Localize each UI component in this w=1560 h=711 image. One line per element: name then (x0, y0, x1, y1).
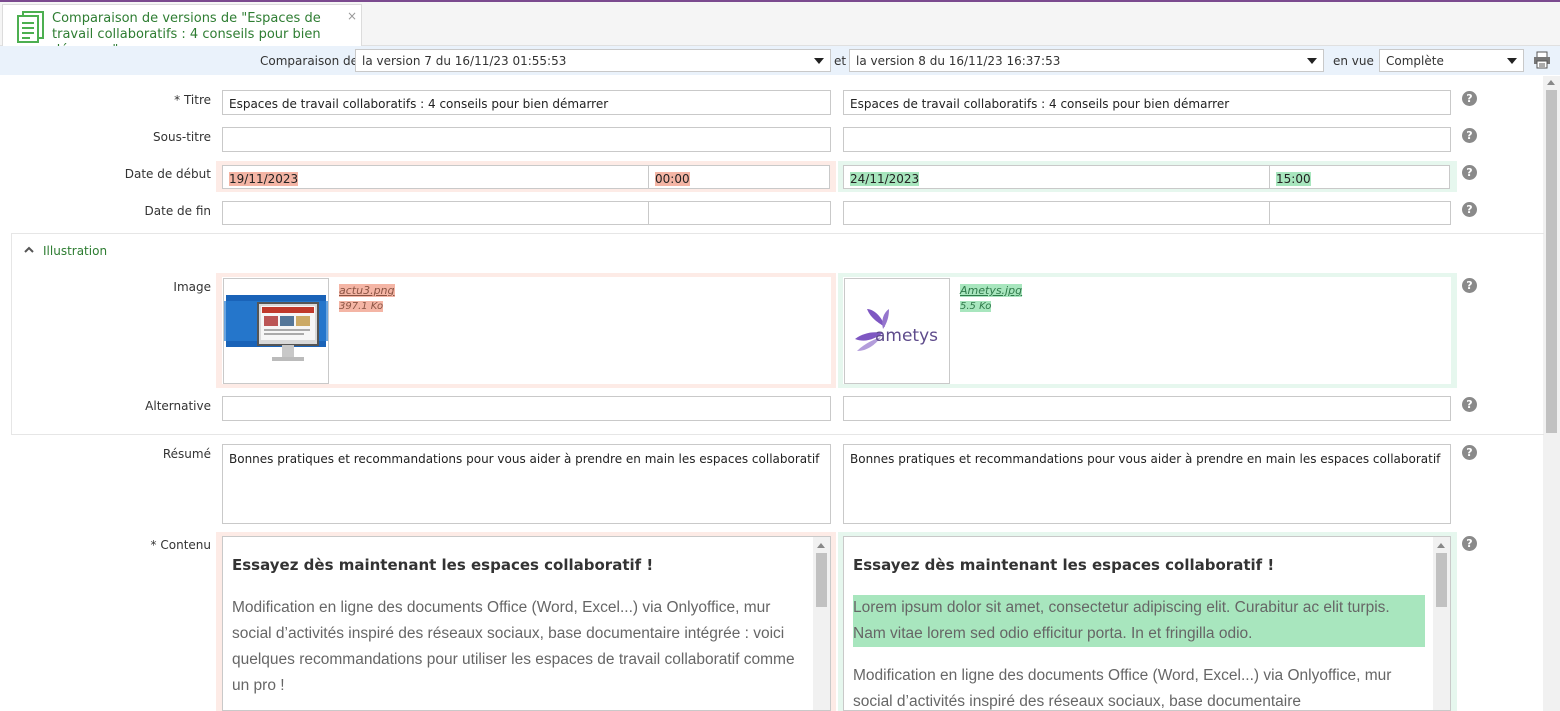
datedebut-new-date: 24/11/2023 (843, 165, 1270, 189)
print-icon[interactable] (1533, 51, 1551, 69)
datefin-label: Date de fin (144, 204, 211, 218)
titre-label: * Titre (174, 93, 211, 107)
version-a-select[interactable]: la version 7 du 16/11/23 01:55:53 (355, 49, 831, 72)
version-a-value: la version 7 du 16/11/23 01:55:53 (362, 54, 567, 68)
datedebut-new-date-value: 24/11/2023 (850, 172, 920, 186)
image-new-filesize: 5.5 Ko (960, 301, 992, 312)
resume-new-field: Bonnes pratiques et recommandations pour… (843, 444, 1451, 524)
chevron-up-icon[interactable] (23, 244, 35, 256)
help-icon[interactable]: ? (1462, 445, 1477, 460)
view-label: en vue (1333, 54, 1374, 68)
help-icon[interactable]: ? (1462, 536, 1477, 551)
image-new-thumbnail[interactable]: ametys (844, 278, 950, 384)
compare-label: Comparaison de (260, 54, 359, 68)
soustitre-label: Sous-titre (153, 130, 211, 144)
image-label: Image (173, 280, 211, 294)
comparison-toolbar: Comparaison de la version 7 du 16/11/23 … (0, 46, 1560, 75)
datedebut-old-time: 00:00 (648, 165, 830, 189)
contenu-new-editor[interactable]: Essayez dès maintenant les espaces colla… (843, 536, 1451, 711)
version-b-value: la version 8 du 16/11/23 16:37:53 (856, 54, 1061, 68)
chevron-down-icon (1507, 58, 1517, 64)
image-new-filename[interactable]: Ametys.jpg (960, 284, 1023, 297)
datefin-old-date (222, 201, 649, 225)
titre-old-field: Espaces de travail collaboratifs : 4 con… (222, 90, 831, 115)
contenu-new-added-paragraph: Lorem ipsum dolor sit amet, consectetur … (853, 595, 1425, 647)
contenu-new-paragraph: Modification en ligne des documents Offi… (853, 667, 1392, 710)
soustitre-new-field (843, 127, 1451, 152)
view-mode-value: Complète (1386, 54, 1444, 68)
page-scrollbar[interactable] (1543, 76, 1560, 711)
titre-new-value: Espaces de travail collaboratifs : 4 con… (850, 97, 1230, 111)
scroll-up-icon[interactable] (1437, 543, 1445, 548)
soustitre-old-field (222, 127, 831, 152)
scrollbar-thumb[interactable] (1546, 90, 1557, 433)
alternative-label: Alternative (145, 399, 211, 413)
alternative-new-field (843, 396, 1451, 421)
document-compare-icon (17, 11, 44, 43)
editor-scrollbar[interactable] (813, 537, 830, 710)
and-label: et (834, 54, 847, 68)
help-icon[interactable]: ? (1462, 202, 1477, 217)
chevron-down-icon (814, 58, 824, 64)
tab-bar: Comparaison de versions de "Espaces de t… (0, 2, 1560, 58)
contenu-old-paragraph: Modification en ligne des documents Offi… (232, 599, 795, 694)
datedebut-new-time: 15:00 (1269, 165, 1450, 189)
resume-label: Résumé (162, 447, 211, 461)
contenu-new-heading: Essayez dès maintenant les espaces colla… (853, 556, 1275, 574)
datedebut-new-time-value: 15:00 (1276, 172, 1311, 186)
monitor-image (224, 295, 328, 361)
tab-version-comparison[interactable]: Comparaison de versions de "Espaces de t… (2, 4, 362, 58)
alternative-old-field (222, 396, 831, 421)
scrollbar-thumb[interactable] (816, 553, 827, 607)
scroll-up-icon[interactable] (1547, 80, 1555, 85)
scrollbar-thumb[interactable] (1436, 553, 1447, 607)
help-icon[interactable]: ? (1462, 128, 1477, 143)
scroll-up-icon[interactable] (817, 543, 825, 548)
help-icon[interactable]: ? (1462, 397, 1477, 412)
editor-scrollbar[interactable] (1433, 537, 1450, 710)
ametys-logo-text: ametys (875, 326, 938, 346)
illustration-title[interactable]: Illustration (43, 244, 107, 258)
datefin-new-time (1269, 201, 1451, 225)
help-icon[interactable]: ? (1462, 165, 1477, 180)
datefin-new-date (843, 201, 1270, 225)
datedebut-old-date-value: 19/11/2023 (229, 172, 299, 186)
datedebut-label: Date de début (124, 167, 211, 181)
titre-new-field: Espaces de travail collaboratifs : 4 con… (843, 90, 1451, 115)
contenu-old-heading: Essayez dès maintenant les espaces colla… (232, 556, 654, 574)
resume-old-field: Bonnes pratiques et recommandations pour… (222, 444, 831, 524)
datedebut-old-time-value: 00:00 (655, 172, 690, 186)
image-old-filename[interactable]: actu3.png (339, 284, 395, 297)
chevron-down-icon (1307, 58, 1317, 64)
titre-old-value: Espaces de travail collaboratifs : 4 con… (229, 97, 609, 111)
resume-old-value: Bonnes pratiques et recommandations pour… (229, 452, 820, 466)
contenu-old-editor[interactable]: Essayez dès maintenant les espaces colla… (222, 536, 831, 711)
help-icon[interactable]: ? (1462, 278, 1477, 293)
image-old-filesize: 397.1 Ko (339, 301, 384, 312)
contenu-label: * Contenu (150, 538, 211, 552)
image-old-thumbnail[interactable] (223, 278, 329, 384)
view-mode-select[interactable]: Complète (1379, 49, 1524, 72)
ametys-logo-image: ametys (855, 309, 938, 351)
close-icon[interactable]: × (347, 9, 357, 23)
resume-new-value: Bonnes pratiques et recommandations pour… (850, 452, 1441, 466)
version-b-select[interactable]: la version 8 du 16/11/23 16:37:53 (849, 49, 1324, 72)
datefin-old-time (648, 201, 831, 225)
datedebut-old-date: 19/11/2023 (222, 165, 649, 189)
help-icon[interactable]: ? (1462, 91, 1477, 106)
